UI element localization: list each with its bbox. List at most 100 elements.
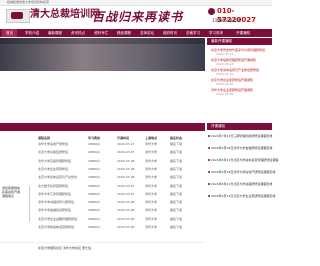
nav-featured[interactable]: 精品课程 [117, 29, 131, 37]
courses-section-header: 近期招生班级 [0, 123, 205, 139]
signup-link[interactable]: 报名下载 [170, 167, 182, 171]
table-cell: 清华大学 [145, 208, 158, 213]
bullet-icon [208, 195, 210, 197]
table-cell: 清华大学 [145, 216, 158, 221]
table-header-date: 开课时间 [117, 136, 130, 140]
course-name-cell[interactable]: 清华大学高级管理研修班 [38, 159, 71, 163]
bullet-icon [208, 147, 210, 149]
nav-gallery[interactable]: 学习风采 [209, 29, 223, 37]
course-name-cell[interactable]: 北京大学资本运营与产业整合 [38, 175, 77, 179]
table-cell: 2024-07-27 [117, 191, 135, 196]
table-cell: 2024-07-28 [117, 200, 135, 205]
signup-link[interactable]: 报名下载 [170, 225, 182, 229]
signup-link[interactable]: 报名下载 [170, 208, 182, 212]
table-cell: 2024-07-28 [117, 208, 135, 213]
nav-gov[interactable]: 政府时讯 [163, 29, 177, 37]
table-cell: 49800人 [88, 216, 101, 221]
signup-link[interactable]: 报名下载 [170, 200, 182, 204]
course-name-cell[interactable]: 北京大学新媒体运营研修班 [38, 225, 74, 229]
popup-line: 课程信息 [2, 194, 15, 198]
signup-link[interactable]: 报名下载 [170, 192, 182, 196]
notice-item[interactable]: 2024年5月22日北京大学资本运营管理研修班课程 [211, 158, 278, 162]
table-cell: 49800人 [88, 166, 101, 171]
course-name-cell[interactable]: 北京大学企业家研修班 [38, 167, 68, 171]
bottom-links: 北京大学国际论坛 清华大学论坛 博士班 [38, 246, 91, 250]
table-cell: 49800人 [88, 158, 101, 163]
table-cell: 49800人 [88, 175, 101, 180]
latest-news-panel: 最新开课通知 [207, 38, 272, 45]
nav-notice[interactable]: 开课通知 [236, 29, 250, 37]
nav-courses[interactable]: 最新课程 [48, 29, 62, 37]
bullet-icon [208, 171, 210, 173]
nav-study[interactable]: 总裁学习 [186, 29, 200, 37]
table-cell: 清华大学 [145, 158, 158, 163]
table-cell: 49800人 [88, 150, 101, 155]
top-bar-text: 权威权重优秀大学培训机构名录 [7, 0, 50, 4]
nav-news[interactable]: 资讯热点 [71, 29, 85, 37]
table-header-status: 报名状态 [170, 136, 183, 140]
table-cell: 清华大学 [145, 175, 158, 180]
notice-item[interactable]: 2024年5月10日北京大学总裁研修班课程安排 [211, 182, 272, 186]
table-cell: 2024-07-28 [117, 225, 135, 229]
table-cell: 清华大学 [145, 225, 158, 229]
course-name-cell[interactable]: 清华大学房地产研修班 [38, 142, 68, 146]
banner-image[interactable] [0, 38, 205, 71]
nav-school[interactable]: 学校介绍 [25, 29, 39, 37]
course-name-cell[interactable]: 清华大学卓越领导力研修班 [38, 200, 74, 204]
table-cell: 49800人 [88, 191, 101, 196]
course-name-cell[interactable]: 清华大学工商管理研修班 [38, 192, 71, 196]
course-name-cell[interactable]: 北大数字化转型研修班 [38, 184, 68, 188]
table-cell: 2024-07-28 [117, 158, 135, 163]
table-cell: 49800人 [88, 142, 101, 146]
news-date: 2024-05-10 [216, 72, 234, 76]
table-header-location: 上课地点 [145, 136, 158, 140]
course-name-cell[interactable]: 北京大学总裁班研修班 [38, 150, 68, 154]
news-date: 2024-05-07 [216, 82, 234, 86]
latest-news-title: 最新开课通知 [207, 38, 272, 45]
wechat-popup[interactable]: 添加客服微信 获取最新开课 课程信息 [0, 186, 30, 222]
table-cell: 2024-07-28 [117, 216, 135, 221]
signup-link[interactable]: 报名下载 [170, 150, 182, 154]
table-header-fee: 学习费用 [88, 136, 101, 140]
signup-link[interactable]: 报名下载 [170, 142, 182, 146]
main-nav: 首页 学校介绍 最新课程 资讯热点 资料专栏 精品课程 名师讲坛 政府时讯 总裁… [0, 29, 272, 37]
table-cell: 49800人 [88, 208, 101, 213]
table-cell: 清华大学 [145, 200, 158, 205]
nav-home[interactable]: 首页 [2, 29, 17, 37]
course-name-cell[interactable]: 清华大学金融投资研修班 [38, 208, 71, 212]
top-bar: 权威权重优秀大学培训机构名录 [0, 0, 272, 6]
table-cell: 清华大学 [145, 166, 158, 171]
nav-lectures[interactable]: 名师讲坛 [140, 29, 154, 37]
bottom-link[interactable]: 博士班 [82, 246, 91, 250]
table-cell: 49800人 [88, 183, 101, 188]
notice-item[interactable]: 2024年5月26日清华大学金融研修班课程安排 [211, 146, 272, 150]
site-logo[interactable] [6, 9, 30, 23]
site-name[interactable]: 清大总裁培训网 [30, 9, 100, 21]
table-cell: 清华大学 [145, 183, 158, 188]
course-name-cell[interactable]: 北京大学企业战略管理研修班 [38, 217, 77, 221]
table-cell: 2024-07-27 [117, 150, 135, 155]
notice-panel-title: 开课通知 [207, 123, 272, 130]
qq-number: 13986688824 [212, 18, 240, 23]
signup-link[interactable]: 报名下载 [170, 159, 182, 163]
signup-link[interactable]: 报名下载 [170, 175, 182, 179]
divider [0, 242, 205, 243]
bottom-link[interactable]: 北京大学国际论坛 [38, 246, 62, 250]
signup-link[interactable]: 报名下载 [170, 217, 182, 221]
bottom-link[interactable]: 清华大学论坛 [63, 246, 81, 250]
notice-item[interactable]: 2024年4月13日北京大学企业家研修班课程安排 [211, 194, 275, 198]
table-cell: 清华大学 [145, 142, 158, 146]
table-cell: 2024-07-27 [117, 183, 135, 188]
notice-item[interactable]: 2024年7月24日三期管理创新研修班课程安排 [211, 134, 272, 138]
courses-section-title: 近期招生班级 [6, 135, 27, 139]
nav-materials[interactable]: 资料专栏 [94, 29, 108, 37]
notice-item[interactable]: 2024年5月18日清华大学房地产研修班课程安排 [211, 170, 275, 174]
banner-overlay [0, 38, 205, 44]
news-date: 2024-05-06 [216, 92, 234, 96]
bullet-icon [208, 183, 210, 185]
bullet-icon [208, 135, 210, 137]
phone-icon [208, 8, 215, 15]
slogan: 百战归来再读书 [92, 10, 184, 24]
signup-link[interactable]: 报名下载 [170, 184, 182, 188]
table-cell: 2024-07-28 [117, 175, 135, 180]
